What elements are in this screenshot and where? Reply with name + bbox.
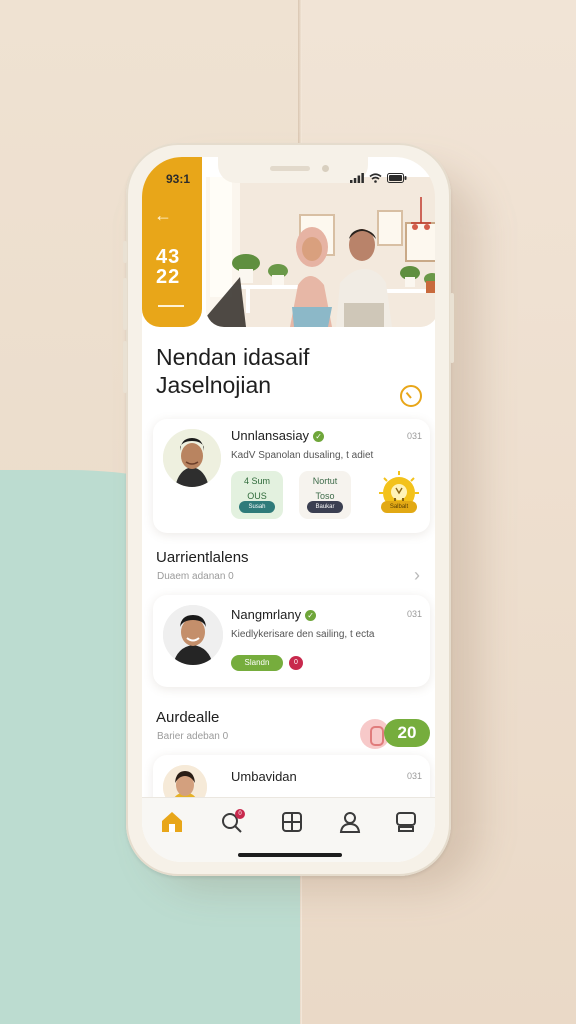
card-meta: 031: [407, 609, 423, 619]
card-name: Umbavidan: [231, 769, 297, 784]
card-meta: 031: [407, 431, 423, 441]
clock-icon[interactable]: [400, 385, 422, 407]
tile-2-line1: Nortut: [312, 476, 338, 486]
nav-inbox[interactable]: [392, 808, 420, 836]
wifi-icon: [369, 173, 382, 183]
back-arrow-icon[interactable]: ←: [154, 205, 172, 226]
tile-1-pill: Susah: [239, 501, 275, 513]
status-icons: [350, 173, 407, 183]
status-time: 93:1: [166, 172, 191, 186]
featured-card[interactable]: Unnlansasiay ✓ KadV Spanolan dusaling, t …: [153, 419, 430, 533]
nav-profile[interactable]: [336, 808, 364, 836]
count-badge[interactable]: 20: [384, 719, 430, 747]
nav-home[interactable]: [158, 808, 186, 836]
notification-dot: 0: [289, 656, 303, 670]
chevron-right-icon[interactable]: ›: [414, 565, 420, 586]
side-button-volume-down: [123, 341, 127, 393]
tile-1-line2: OUS: [247, 491, 267, 501]
card-name-text: Unnlansasiay: [231, 428, 310, 443]
search-notification-badge: 0: [235, 809, 245, 819]
side-button-volume-up: [123, 278, 127, 330]
hero-number: 43 22: [156, 246, 181, 288]
verified-icon: ✓: [305, 610, 317, 621]
nav-search[interactable]: 0: [218, 808, 246, 836]
side-button-power: [450, 293, 454, 363]
home-indicator: [238, 853, 342, 857]
tile-3[interactable]: Salbalt: [373, 471, 425, 519]
avatar: [163, 429, 221, 487]
tile-1-line1: 4 Sum: [243, 476, 270, 486]
section-title: Aurdealle: [156, 709, 220, 726]
hero-photo: [206, 177, 435, 327]
card-name: Nangmrlany ✓: [231, 607, 317, 622]
second-card[interactable]: Nangmrlany ✓ Kiedlykerisare den sailing, …: [153, 595, 430, 687]
section-subtitle: Barier adeban 0: [157, 731, 229, 742]
tile-1[interactable]: 4 Sum OUS Susah: [231, 471, 283, 519]
tile-2-pill: Baukar: [307, 501, 343, 513]
section-subtitle: Duaem adanan 0: [157, 571, 234, 582]
hero-divider: [158, 305, 184, 307]
person-avatar-illustration: [163, 429, 221, 487]
nav-grid[interactable]: [278, 808, 306, 836]
couple-photo-illustration: [206, 177, 435, 327]
card-description: Kiedlykerisare den sailing, t ecta: [231, 629, 375, 640]
card-description: KadV Spanolan dusaling, t adiet: [231, 450, 374, 461]
tile-2-line2: Toso: [315, 491, 335, 501]
battery-icon: [387, 173, 407, 183]
tile-3-pill: Salbalt: [381, 501, 417, 513]
page-title: Nendan idasaif Jaselnojian: [156, 344, 310, 398]
front-camera: [322, 165, 329, 172]
person-avatar-illustration: [163, 605, 223, 665]
speaker: [270, 166, 310, 171]
inbox-icon: [396, 812, 416, 832]
section-title: Uarrientlalens: [156, 549, 249, 566]
avatar: [163, 605, 223, 665]
phone: ← 43 22 93:1 Nendan idasaif Jaselnojian …: [123, 143, 454, 876]
grid-icon: [282, 812, 302, 832]
side-button-mute: [123, 241, 127, 263]
tile-2[interactable]: Nortut Toso Baukar: [299, 471, 351, 519]
verified-icon: ✓: [313, 431, 325, 442]
app-screen: ← 43 22 93:1 Nendan idasaif Jaselnojian …: [142, 157, 435, 862]
notch: [218, 157, 368, 183]
status-pill[interactable]: Slandn: [231, 655, 283, 671]
signal-icon: [350, 173, 364, 183]
card-meta: 031: [407, 771, 423, 781]
card-name: Unnlansasiay ✓: [231, 428, 325, 443]
profile-icon: [339, 812, 361, 833]
card-name-text: Nangmrlany: [231, 607, 302, 622]
home-icon: [162, 812, 182, 832]
